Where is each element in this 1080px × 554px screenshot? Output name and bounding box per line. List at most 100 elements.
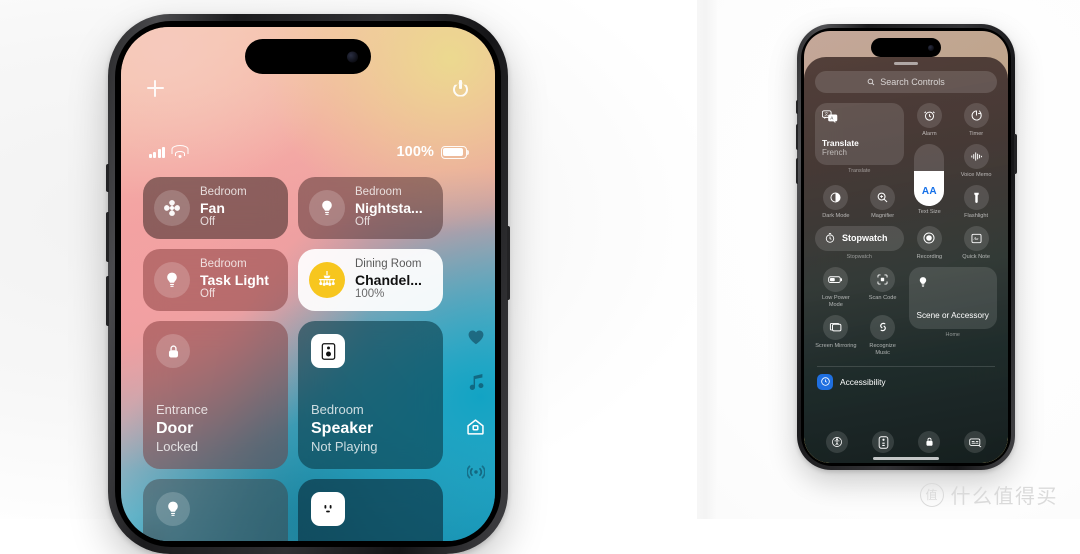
music-icon[interactable]: [466, 372, 485, 391]
dynamic-island: [245, 39, 371, 74]
volume-up-button[interactable]: [106, 212, 109, 262]
watermark-text: 什么值得买: [950, 486, 1058, 508]
control-group-label: Stopwatch: [846, 253, 872, 260]
control-magnifier[interactable]: Magnifier: [862, 184, 904, 220]
accessibility-section[interactable]: Accessibility: [815, 373, 997, 390]
accessory-room: Bedroom: [200, 258, 247, 271]
accessory-room: Bedroom: [355, 186, 402, 199]
control-dark-mode[interactable]: Dark Mode: [815, 184, 857, 220]
side-button[interactable]: [507, 226, 510, 300]
accessory-room: Entrance: [156, 402, 209, 418]
control-quick-note[interactable]: Aa Quick Note: [955, 225, 997, 261]
control-label: Timer: [969, 131, 984, 137]
magnifier-icon: [870, 184, 896, 210]
side-button[interactable]: [1014, 134, 1017, 174]
accessory-tile-chandelier[interactable]: Dining Room Chandel... 100%: [298, 249, 443, 311]
right-phone: Search Controls 文 A Translate French Tra…: [795, 24, 1017, 470]
home-icon[interactable]: [466, 417, 485, 436]
control-sublabel: French: [822, 148, 847, 157]
text-size-value: AA: [921, 185, 937, 197]
control-label: Recognize Music: [869, 342, 896, 356]
accessory-room: Bedroom: [311, 402, 364, 418]
mute-switch[interactable]: [795, 100, 798, 114]
accessory-room: Dining Room: [355, 258, 422, 271]
control-low-power-mode[interactable]: Low Power Mode: [815, 266, 857, 309]
control-label: Translate: [822, 137, 859, 148]
recording-icon: [916, 225, 942, 251]
fan-icon: [154, 190, 190, 226]
accessory-name: Task Light: [200, 271, 269, 288]
plus-icon[interactable]: [147, 79, 164, 97]
status-left: [149, 145, 189, 158]
mute-switch[interactable]: [106, 164, 109, 192]
low-power-icon: [823, 266, 849, 292]
front-camera-icon: [347, 51, 358, 62]
svg-text:A: A: [830, 116, 833, 121]
control-translate[interactable]: 文 A Translate French: [815, 103, 904, 165]
bulb-icon: [309, 190, 345, 226]
accessory-tile-door[interactable]: Entrance Door Locked: [143, 321, 288, 469]
control-voice-memo[interactable]: Voice Memo: [955, 143, 997, 179]
volume-down-button[interactable]: [106, 276, 109, 326]
accessory-tile-fan[interactable]: Bedroom Fan Off: [143, 177, 288, 239]
speaker-icon: [311, 334, 345, 368]
control-text-size[interactable]: AA: [914, 143, 945, 206]
accessory-text: Bedroom Task Light Off: [200, 258, 269, 301]
battery-percent-label: 100%: [396, 144, 434, 160]
dark-mode-icon: [823, 184, 849, 210]
accessory-state: Off: [200, 216, 216, 229]
control-label: Magnifier: [871, 212, 895, 219]
accessory-tile-speaker[interactable]: Bedroom Speaker Not Playing: [298, 321, 443, 469]
accessory-text: Dining Room Chandel... 100%: [355, 258, 422, 301]
heart-icon[interactable]: [466, 327, 485, 346]
dynamic-island: [871, 38, 941, 57]
svg-text:Aa: Aa: [972, 236, 978, 241]
chandelier-icon: [309, 262, 345, 298]
home-page-rail: [466, 327, 485, 481]
screenshot-root: 100% Bedroom Fan Off Bedroom Nightsta...…: [0, 0, 1080, 554]
control-stopwatch[interactable]: Stopwatch: [815, 225, 904, 251]
control-alarm[interactable]: Alarm: [909, 103, 951, 138]
flashlight-icon: [963, 184, 989, 210]
control-recording[interactable]: Recording: [909, 225, 951, 261]
accessory-tile-partial-light[interactable]: [143, 479, 288, 541]
scan-code-icon: [870, 266, 896, 292]
voice-memo-icon: [963, 143, 989, 169]
airplay-icon[interactable]: [466, 462, 485, 481]
control-scene-or-accessory[interactable]: Scene or Accessory: [908, 266, 997, 329]
search-placeholder: Search Controls: [880, 77, 945, 87]
control-timer[interactable]: Timer: [955, 103, 997, 138]
control-label: Stopwatch: [842, 233, 888, 244]
accessory-state: Not Playing: [311, 439, 378, 455]
accessory-state: Off: [200, 288, 216, 301]
volume-up-button[interactable]: [795, 124, 798, 150]
home-accessory-grid: Bedroom Fan Off Bedroom Nightsta... Off …: [143, 177, 443, 541]
accessory-state: Locked: [156, 439, 198, 455]
search-icon: [867, 78, 875, 86]
accessory-tile-task-light[interactable]: Bedroom Task Light Off: [143, 249, 288, 311]
accessibility-badge-icon: [817, 373, 833, 390]
accessory-tile-partial-outlet[interactable]: [298, 479, 443, 541]
control-recognize-music[interactable]: Recognize Music: [862, 314, 904, 357]
section-divider: [817, 365, 995, 367]
control-label: Screen Mirroring: [815, 342, 857, 349]
accessory-text: Entrance Door Locked: [156, 402, 275, 456]
control-label: Scene or Accessory: [916, 311, 989, 321]
accessory-state: 100%: [355, 288, 385, 301]
accessory-text: Bedroom Nightsta... Off: [355, 186, 423, 229]
control-center-content: Search Controls 文 A Translate French Tra…: [804, 57, 1008, 463]
accessory-name: Door: [156, 419, 194, 437]
accessory-name: Fan: [200, 199, 225, 216]
lock-icon: [156, 334, 190, 368]
control-screen-mirroring[interactable]: Screen Mirroring: [815, 314, 857, 357]
control-flashlight[interactable]: Flashlight: [955, 184, 997, 220]
front-camera-icon: [928, 44, 934, 51]
control-label: Dark Mode: [822, 212, 850, 219]
control-label: Voice Memo: [960, 171, 992, 178]
search-controls-bar[interactable]: Search Controls: [815, 71, 997, 93]
accessory-tile-nightstand[interactable]: Bedroom Nightsta... Off: [298, 177, 443, 239]
control-scan-code[interactable]: Scan Code: [862, 266, 904, 309]
power-icon[interactable]: [452, 79, 469, 97]
accessibility-label: Accessibility: [840, 376, 886, 387]
volume-down-button[interactable]: [795, 158, 798, 184]
